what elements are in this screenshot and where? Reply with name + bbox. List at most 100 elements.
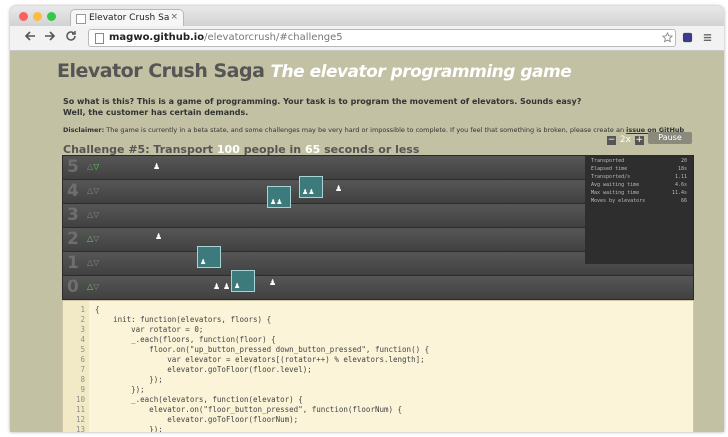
address-bar[interactable]: magwo.github.io/elevatorcrush/#challenge…	[88, 29, 676, 47]
waiting-person-icon: ♟	[223, 282, 231, 291]
minimize-window-icon[interactable]	[33, 12, 42, 21]
code-text: });	[95, 375, 163, 384]
floor-number: 1	[67, 253, 79, 273]
code-text: init: function(elevators, floors) {	[95, 315, 272, 324]
down-button-icon[interactable]: ▽	[93, 210, 99, 219]
passenger-icon: ♟	[234, 282, 241, 290]
line-number: 9	[80, 385, 85, 394]
tab-close-button[interactable]: ×	[170, 12, 178, 22]
down-button-icon[interactable]: ▽	[93, 282, 99, 291]
floor-number: 5	[67, 157, 79, 177]
passenger-icon: ♟♟	[302, 188, 315, 196]
line-number: 3	[80, 325, 85, 334]
floor-buttons: △▽	[87, 234, 99, 243]
title-bar: Elevator Crush Saga - the ×	[10, 6, 724, 27]
stat-row: Transported/s 1.11	[585, 174, 693, 182]
bookmark-star-icon[interactable]	[662, 32, 673, 43]
passenger-icon: ♟♟	[270, 198, 283, 206]
page-title: Elevator Crush Saga The elevator programm…	[57, 60, 572, 82]
page-icon	[95, 33, 104, 44]
line-number: 13	[75, 425, 85, 432]
stat-label: Transported	[591, 158, 625, 164]
stat-row: Transported 20	[585, 158, 693, 166]
browser-window: Elevator Crush Saga - the × magwo.github…	[10, 6, 724, 432]
code-text: var rotator = 0;	[95, 325, 204, 334]
close-window-icon[interactable]	[19, 12, 28, 21]
down-button-icon[interactable]: ▽	[93, 258, 99, 267]
elevator: ♟♟	[267, 186, 291, 208]
url-text: magwo.github.io/elevatorcrush/#challenge…	[109, 30, 343, 46]
extension-icon[interactable]	[682, 32, 693, 43]
game-world: 5 △▽ 4 △▽ 3 △▽ 2 △▽ 1 △▽ 0 △▽ Transporte…	[62, 155, 694, 301]
line-number: 10	[75, 395, 85, 404]
page-favicon-icon	[76, 14, 86, 24]
intro-text: So what is this? This is a game of progr…	[63, 96, 581, 118]
code-text: elevator.on("floor_button_pressed", func…	[95, 405, 403, 414]
down-button-icon[interactable]: ▽	[93, 186, 99, 195]
stat-row: Elapsed time 18s	[585, 166, 693, 174]
floor-buttons: △▽	[87, 210, 99, 219]
page-content: Elevator Crush Saga The elevator programm…	[10, 51, 724, 432]
browser-tab[interactable]: Elevator Crush Saga - the ×	[70, 9, 184, 27]
intro-line-1: So what is this? This is a game of progr…	[63, 97, 582, 106]
url-path: /elevatorcrush/#challenge5	[204, 32, 343, 43]
arrow-right-icon	[45, 31, 56, 41]
down-button-icon[interactable]: ▽	[93, 162, 99, 171]
speed-value: 2x	[619, 135, 631, 145]
waiting-person-icon: ♟	[155, 232, 163, 241]
waiting-person-icon: ♟	[269, 278, 277, 287]
waiting-person-icon: ♟	[213, 282, 221, 291]
code-text: elevator.goToFloor(floor.level);	[95, 365, 312, 374]
forward-button[interactable]	[44, 30, 56, 46]
stat-row: Moves by elevators 66	[585, 198, 693, 206]
line-number: 5	[80, 345, 85, 354]
code-text: });	[95, 425, 163, 432]
line-number: 2	[80, 315, 85, 324]
elevator: ♟	[197, 246, 221, 268]
stat-label: Avg waiting time	[591, 182, 640, 188]
down-button-icon[interactable]: ▽	[93, 234, 99, 243]
code-text: {	[95, 305, 100, 314]
reload-button[interactable]	[65, 30, 77, 46]
maximize-window-icon[interactable]	[47, 12, 56, 21]
speed-control: − 2x +	[606, 135, 645, 145]
code-editor[interactable]: 1 { 2 init: function(elevators, floors) {…	[62, 300, 694, 432]
speed-decrease-button[interactable]: −	[607, 136, 616, 145]
floor-number: 3	[67, 205, 79, 225]
page-subtitle: The elevator programming game	[270, 62, 572, 82]
line-number: 7	[80, 365, 85, 374]
reload-icon	[66, 31, 76, 41]
menu-icon[interactable]	[702, 32, 713, 43]
floor-number: 4	[67, 181, 79, 201]
elevator: ♟	[231, 270, 255, 292]
disclaimer-label: Disclaimer:	[63, 126, 105, 134]
floor-number: 2	[67, 229, 79, 249]
code-text: floor.on("up_button_pressed down_button_…	[95, 345, 430, 354]
floor-buttons: △▽	[87, 186, 99, 195]
stat-label: Max waiting time	[591, 190, 640, 196]
tab-title: Elevator Crush Saga - the	[89, 13, 169, 23]
elevator: ♟♟	[299, 176, 323, 198]
back-button[interactable]	[24, 30, 36, 46]
code-text: _.each(floors, function(floor) {	[95, 335, 276, 344]
floor-row: 0 △▽	[63, 276, 693, 300]
stats-panel: Transported 20 Elapsed time 18s Transporte…	[585, 156, 693, 264]
floor-number: 0	[67, 277, 79, 297]
title-text: Elevator Crush Saga	[57, 60, 265, 82]
waiting-person-icon: ♟	[335, 184, 343, 193]
stat-value: 11.4s	[671, 190, 687, 196]
disclaimer-text: The game is currently in a beta state, a…	[104, 126, 627, 134]
stat-value: 18s	[677, 166, 687, 172]
floor-buttons: △▽	[87, 258, 99, 267]
line-number: 8	[80, 375, 85, 384]
speed-increase-button[interactable]: +	[634, 136, 644, 145]
url-host: magwo.github.io	[109, 32, 205, 43]
line-number: 1	[80, 305, 85, 314]
code-text: _.each(elevators, function(elevator) {	[95, 395, 303, 404]
stat-label: Elapsed time	[591, 166, 628, 172]
intro-line-2: Well, the customer has certain demands.	[63, 108, 249, 117]
passenger-icon: ♟	[200, 258, 207, 266]
stat-value: 4.6s	[674, 182, 687, 188]
pause-button[interactable]: Pause	[648, 132, 692, 144]
code-text: });	[95, 385, 145, 394]
